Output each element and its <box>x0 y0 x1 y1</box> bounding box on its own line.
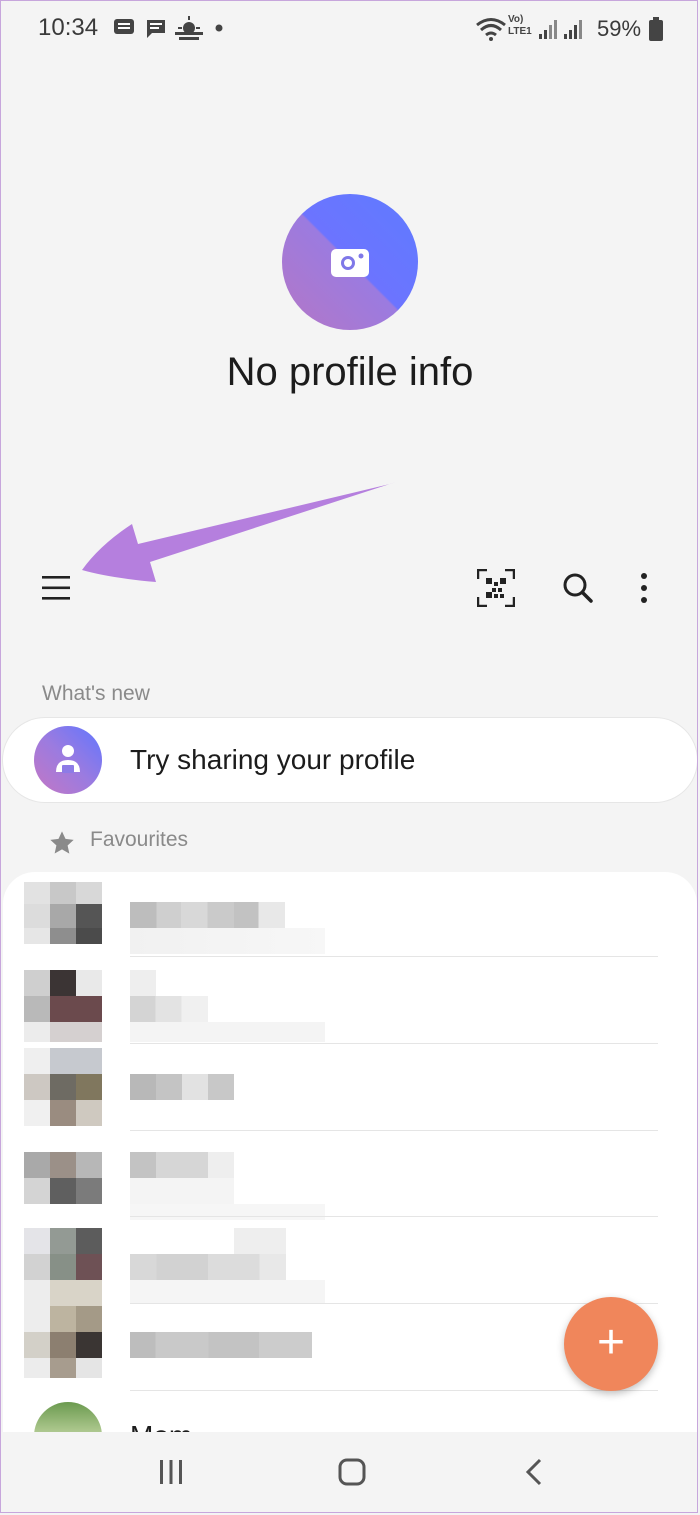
plus-icon: + <box>596 1316 626 1369</box>
home-icon[interactable] <box>337 1457 367 1487</box>
add-contact-button[interactable]: + <box>564 1297 658 1391</box>
back-icon[interactable] <box>523 1458 545 1486</box>
list-item[interactable] <box>0 1152 700 1238</box>
favourites-header: Favourites <box>90 828 189 851</box>
hamburger-menu-icon[interactable] <box>41 574 71 602</box>
search-icon[interactable] <box>562 572 594 604</box>
person-share-icon <box>56 745 80 773</box>
more-vertical-icon[interactable] <box>638 572 650 604</box>
list-divider <box>130 956 658 957</box>
recent-apps-icon[interactable] <box>157 1458 185 1486</box>
navigation-bar <box>0 1432 700 1515</box>
list-item[interactable] <box>0 1048 700 1134</box>
annotation-arrow <box>82 482 396 582</box>
list-divider <box>130 1043 658 1044</box>
star-icon <box>50 831 74 854</box>
qr-code-icon[interactable] <box>477 569 515 607</box>
whats-new-header: What's new <box>42 682 150 705</box>
list-divider <box>130 1216 658 1217</box>
list-divider <box>130 1130 658 1131</box>
share-profile-text: Try sharing your profile <box>130 744 416 775</box>
